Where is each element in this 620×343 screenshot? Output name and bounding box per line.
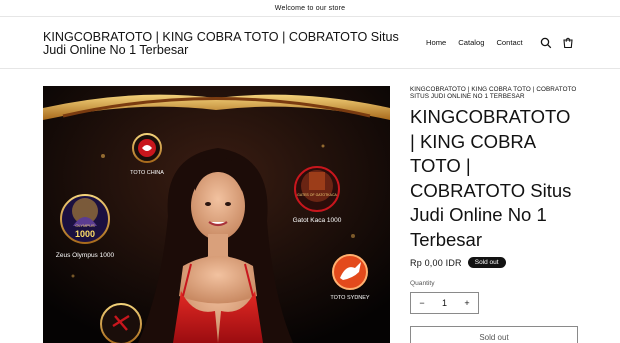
quantity-stepper[interactable]: − 1 + [410,292,479,314]
nav-contact[interactable]: Contact [496,38,522,47]
badge-label-toto-china: TOTO CHINA [130,170,164,176]
announcement-text: Welcome to our store [274,4,346,12]
badge-label-toto-sydney: TOTO SYDNEY [330,295,370,301]
price-row: Rp 0,00 IDR Sold out [410,257,506,268]
quantity-decrease-button[interactable]: − [411,298,433,308]
sold-out-badge: Sold out [467,257,506,268]
gate-text: GATES OF GATOTKACA [297,193,337,197]
store-logo-link[interactable]: KINGCOBRATOTO | KING COBRA TOTO | COBRAT… [43,31,403,57]
cart-icon[interactable] [561,36,575,50]
badge-label-gatot-kaca: Gatot Kaca 1000 [293,217,342,224]
nav-home[interactable]: Home [426,38,446,47]
quantity-increase-button[interactable]: + [456,298,478,308]
main-nav: Home Catalog Contact [426,38,535,47]
badge-label-zeus-olympus: Zeus Olympus 1000 [56,252,115,259]
product-info: KINGCOBRATOTO | KING COBRA TOTO | COBRAT… [410,86,580,343]
search-icon[interactable] [539,36,553,50]
product-title: KINGCOBRATOTO | KING COBRA TOTO | COBRAT… [410,106,572,250]
announcement-bar: Welcome to our store [0,0,620,17]
product-price: Rp 0,00 IDR [410,257,462,268]
olympus-text: OLYMPUS [75,223,95,228]
site-header: KINGCOBRATOTO | KING COBRA TOTO | COBRAT… [0,18,620,69]
product-image: TOTO CHINA GATES OF GATOTKACA Gatot Kaca… [43,86,390,343]
product-media[interactable]: TOTO CHINA GATES OF GATOTKACA Gatot Kaca… [43,86,390,343]
sold-out-button[interactable]: Sold out [410,326,578,343]
nav-catalog[interactable]: Catalog [458,38,484,47]
quantity-input[interactable]: 1 [434,298,456,308]
olympus-number: 1000 [75,229,95,239]
quantity-label: Quantity [410,280,435,287]
product-vendor: KINGCOBRATOTO | KING COBRA TOTO | COBRAT… [410,86,577,100]
